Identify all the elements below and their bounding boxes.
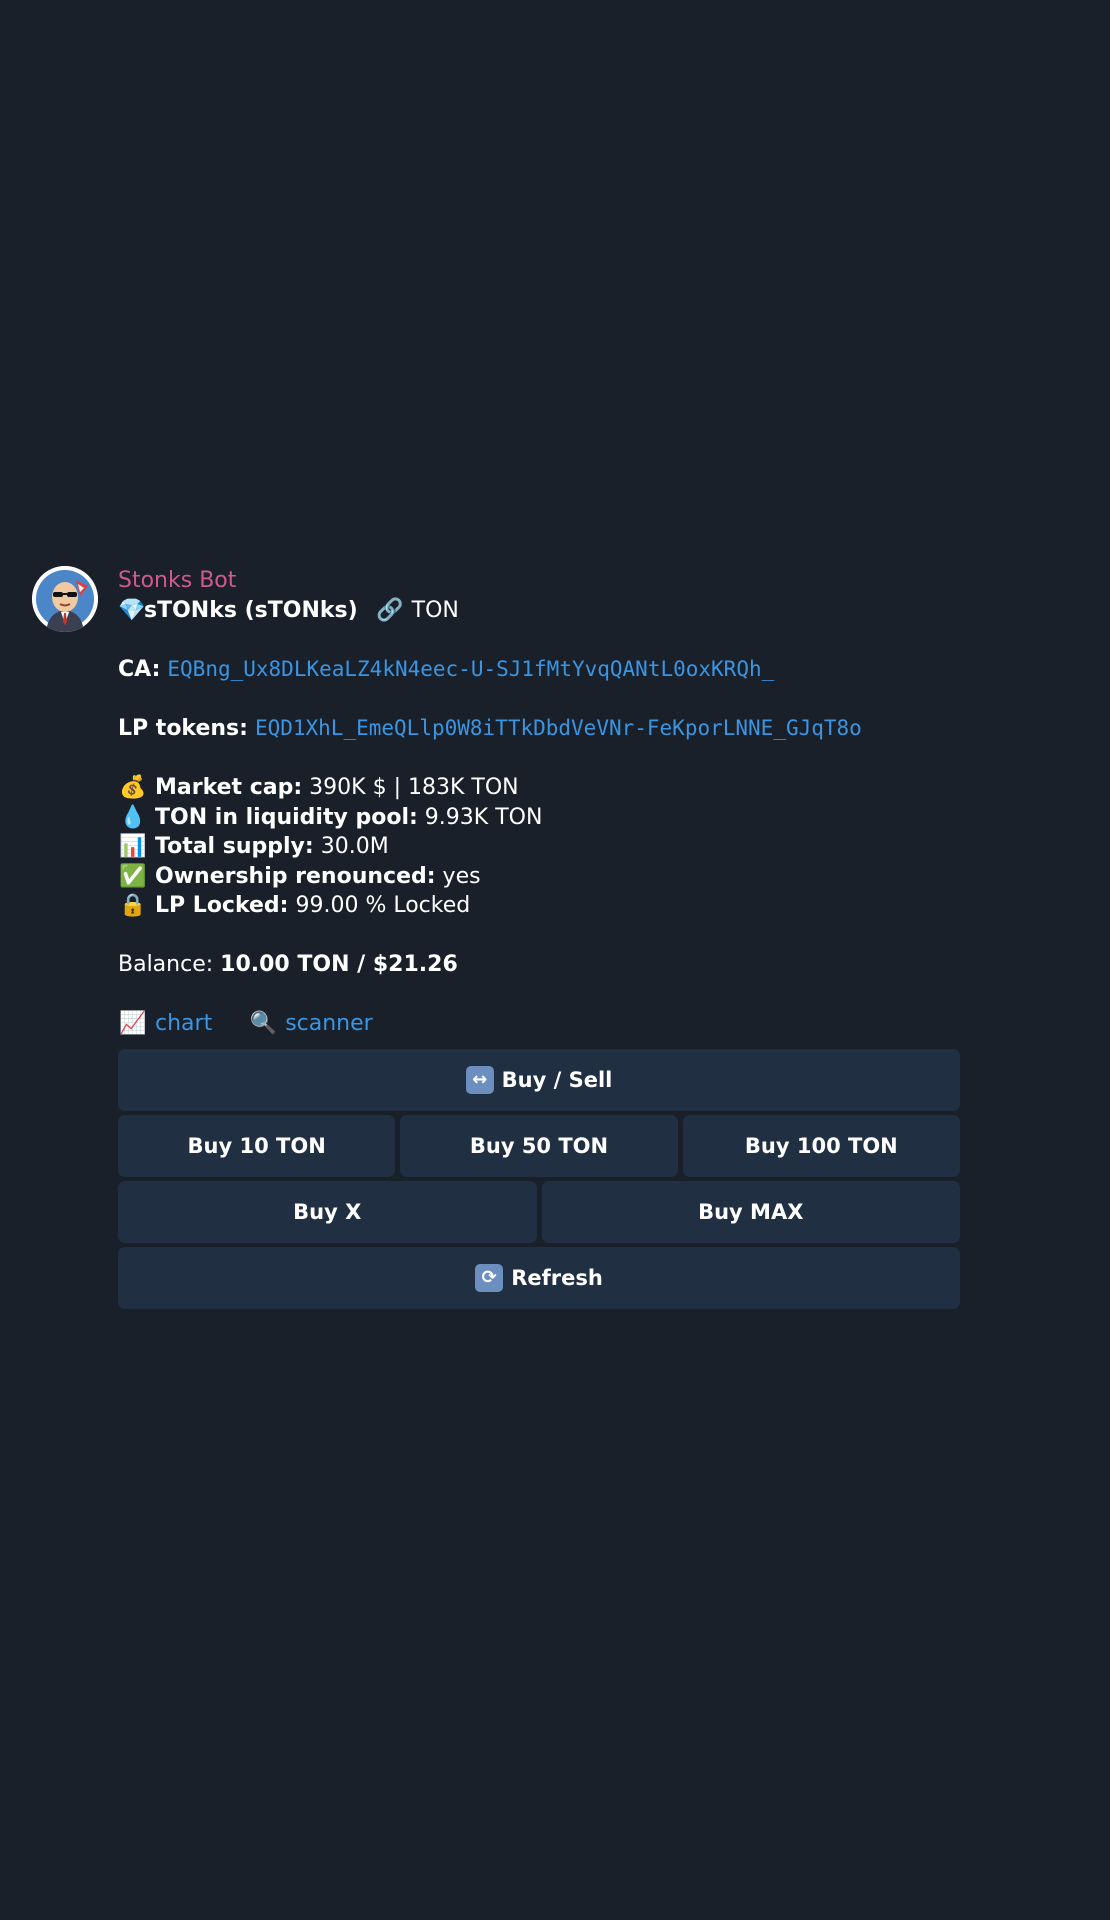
buy-100-ton-button[interactable]: Buy 100 TON: [682, 1114, 960, 1177]
balance-label: Balance:: [118, 952, 214, 977]
lock-icon: 🔒: [119, 893, 147, 918]
balance-line: Balance: 10.00 TON / $21.26: [118, 950, 1038, 980]
token-name: sTONks (sTONks): [144, 598, 358, 623]
stat-value: yes: [442, 863, 481, 889]
buy-x-button[interactable]: Buy X: [118, 1180, 537, 1243]
buy-max-button[interactable]: Buy MAX: [541, 1180, 960, 1243]
links-line: 📈 chart 🔍 scanner: [118, 1009, 1038, 1039]
stat-lp-locked: 🔒 LP Locked: 99.00 % Locked: [118, 891, 1038, 921]
scanner-link[interactable]: scanner: [285, 1011, 373, 1036]
token-title-line: 💎sTONks (sTONks) 🔗 TON: [118, 596, 1038, 626]
stat-label: Ownership renounced:: [155, 863, 436, 889]
stat-supply: 📊 Total supply: 30.0M: [118, 832, 1038, 862]
check-mark-icon: ✅: [119, 863, 147, 889]
magnifier-icon: 🔍: [249, 1011, 277, 1036]
lp-address[interactable]: EQD1XhL_EmeQLlp0W8iTTkDbdVeVNr-FeKporLNN…: [255, 716, 862, 740]
sender-name[interactable]: Stonks Bot: [118, 566, 1038, 596]
money-bag-icon: 💰: [119, 775, 147, 800]
lp-line: LP tokens: EQD1XhL_EmeQLlp0W8iTTkDbdVeVN…: [118, 714, 1038, 744]
message-body: Stonks Bot 💎sTONks (sTONks) 🔗 TON CA: EQ…: [118, 566, 1038, 1313]
bar-chart-icon: 📊: [119, 834, 147, 859]
refresh-icon: ⟳: [475, 1263, 504, 1292]
avatar[interactable]: [32, 566, 98, 632]
inline-keyboard: ↔ Buy / Sell Buy 10 TON Buy 50 TON Buy 1…: [118, 1048, 960, 1309]
balance-value: 10.00 TON / $21.26: [220, 952, 458, 977]
stat-label: Total supply:: [155, 834, 314, 859]
network-tag: 🔗 TON: [375, 596, 459, 626]
left-right-arrow-icon: ↔: [465, 1065, 494, 1094]
bot-avatar-image: [32, 566, 98, 632]
ca-line: CA: EQBng_Ux8DLKeaLZ4kN4eec-U-SJ1fMtYvqQ…: [118, 655, 1038, 685]
ca-label: CA:: [118, 657, 161, 682]
chart-link[interactable]: chart: [155, 1011, 212, 1036]
buy-sell-button[interactable]: ↔ Buy / Sell: [118, 1048, 960, 1111]
buy-50-ton-button[interactable]: Buy 50 TON: [400, 1114, 678, 1177]
lp-label: LP tokens:: [118, 716, 248, 741]
stat-label: TON in liquidity pool:: [155, 804, 418, 830]
ca-address[interactable]: EQBng_Ux8DLKeaLZ4kN4eec-U-SJ1fMtYvqQANtL…: [167, 657, 774, 681]
chart-increasing-icon: 📈: [119, 1011, 147, 1036]
stat-value: 30.0M: [320, 834, 389, 859]
stat-ownership: ✅ Ownership renounced: yes: [118, 862, 1038, 892]
buy-10-ton-button[interactable]: Buy 10 TON: [118, 1114, 396, 1177]
link-icon: 🔗: [375, 598, 404, 623]
refresh-button[interactable]: ⟳ Refresh: [118, 1246, 960, 1309]
network-name: TON: [411, 598, 459, 623]
stat-market-cap: 💰 Market cap: 390K $ | 183K TON: [118, 773, 1038, 803]
stat-value: 9.93K TON: [424, 804, 543, 830]
diamond-icon: 💎: [118, 598, 146, 623]
stat-value: 99.00 % Locked: [295, 893, 471, 918]
stat-liquidity: 💧 TON in liquidity pool: 9.93K TON: [118, 803, 1038, 833]
refresh-label: Refresh: [511, 1265, 603, 1290]
stat-label: LP Locked:: [155, 893, 289, 918]
buy-sell-label: Buy / Sell: [501, 1067, 613, 1092]
stat-value: 390K $ | 183K TON: [309, 775, 519, 800]
stat-label: Market cap:: [155, 775, 303, 800]
droplet-icon: 💧: [119, 804, 147, 830]
